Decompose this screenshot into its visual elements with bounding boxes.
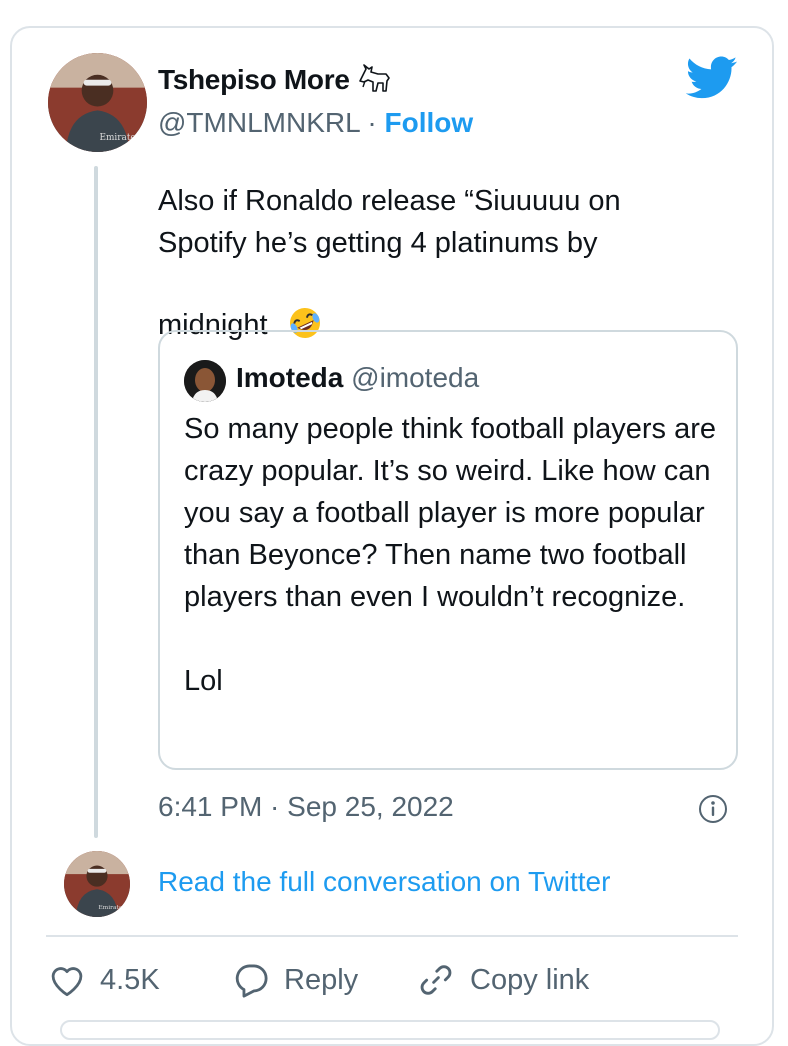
reply-bubble-icon [235,964,268,998]
link-icon [420,965,452,995]
author-name[interactable]: Tshepiso More [158,63,392,100]
quoted-tweet-card[interactable]: Imoteda @imoteda So many people think fo… [158,330,738,770]
actions-divider [46,935,738,937]
reply-label: Reply [284,963,359,996]
heart-icon [51,967,83,997]
handle-row: @TMNLMNKRL · Follow [158,107,473,139]
quoted-tweet-text: So many people think football players ar… [184,413,716,697]
tweet-timestamp[interactable]: 6:41 PM · Sep 25, 2022 [158,791,454,823]
like-count: 4.5K [100,963,160,996]
info-icon[interactable] [698,794,728,824]
quoted-author-avatar[interactable] [184,360,226,402]
copy-link-label: Copy link [470,963,590,996]
quoted-author-handle[interactable]: @imoteda [351,362,479,393]
twitter-bird-icon[interactable] [685,56,738,100]
tweet-text: Also if Ronaldo release “Siuuuuu on Spot… [158,180,678,352]
next-button-edge [60,1020,720,1040]
like-button[interactable]: 4.5K [48,955,160,1005]
author-name-text[interactable]: Tshepiso More [158,64,350,95]
author-handle[interactable]: @TMNLMNKRL [158,107,360,138]
quoted-author-name[interactable]: Imoteda [236,362,343,393]
thread-line [94,166,98,838]
read-full-conversation-link[interactable]: Read the full conversation on Twitter [158,866,610,898]
copy-link-button[interactable]: Copy link [416,955,589,1005]
author-avatar[interactable]: Emirates [48,53,147,152]
follow-button[interactable]: Follow [385,107,474,138]
tweet-text-content: Also if Ronaldo release “Siuuuuu on Spot… [158,185,629,341]
handle-separator: · [359,107,385,138]
quoted-tweet-header: Imoteda @imoteda [236,362,479,394]
reply-button[interactable]: Reply [232,955,358,1005]
goat-icon [356,63,392,100]
author-avatar-small[interactable]: Emirates [64,851,130,917]
